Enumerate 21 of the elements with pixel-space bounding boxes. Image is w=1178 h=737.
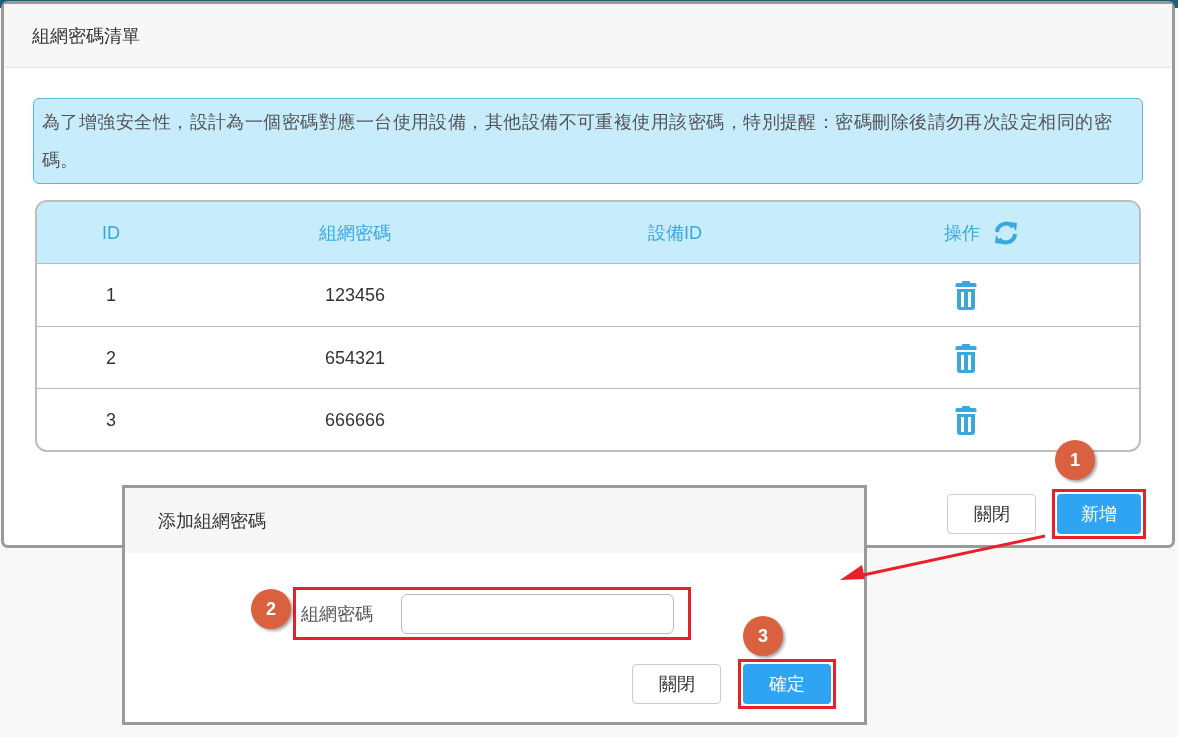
table-cell-text: 666666 xyxy=(324,408,386,432)
column-header: 設備ID xyxy=(648,221,702,245)
close-button[interactable]: 關閉 xyxy=(632,664,721,704)
dialog-title: 組網密碼清單 xyxy=(32,24,140,48)
table-cell-text: 654321 xyxy=(324,346,386,370)
table-cell-text: 123456 xyxy=(324,284,386,307)
trash-icon[interactable] xyxy=(955,280,977,310)
field-label: 組網密碼 xyxy=(301,602,373,626)
refresh-icon[interactable] xyxy=(992,219,1020,246)
password-input[interactable] xyxy=(401,593,674,634)
column-header: ID xyxy=(102,221,120,245)
trash-icon[interactable] xyxy=(955,342,977,373)
table-cell-text: 2 xyxy=(106,346,116,370)
column-header: 操作 xyxy=(944,221,980,245)
trash-icon[interactable] xyxy=(955,404,977,435)
close-button[interactable]: 關閉 xyxy=(947,494,1036,534)
dialog-title: 添加組網密碼 xyxy=(158,509,266,533)
table-cell-text: 1 xyxy=(106,284,116,307)
column-header: 組網密碼 xyxy=(319,221,391,245)
table-cell-text: 3 xyxy=(106,408,116,432)
notice-text: 為了增強安全性，設計為一個密碼對應一台使用設備，其他設備不可重複使用該密碼，特別提醒：密碼刪除後請勿再次設定相同的密碼。 xyxy=(33,98,1143,184)
